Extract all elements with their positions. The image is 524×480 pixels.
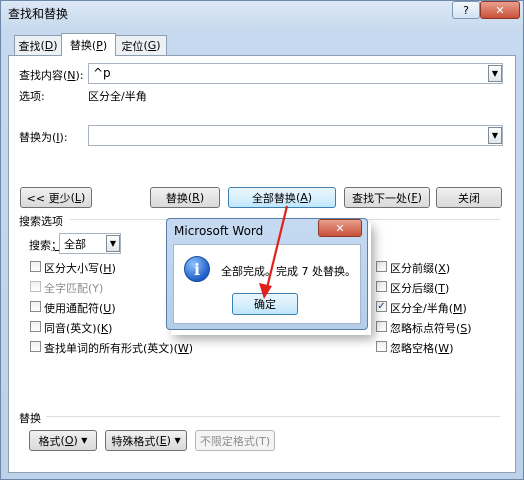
checkbox[interactable] [376, 321, 387, 332]
search-direction-arrow[interactable]: ▼ [106, 235, 120, 252]
checkbox[interactable] [30, 341, 41, 352]
less-button[interactable]: << 更少(L) [20, 187, 92, 208]
checkbox[interactable] [30, 261, 41, 272]
replace-section-divider [46, 416, 500, 417]
tab-goto[interactable]: 定位(G) [115, 35, 167, 55]
window-title: 查找和替换 [8, 7, 69, 21]
no-format-button[interactable]: 不限定格式(T) [195, 430, 275, 451]
message-box-close-button[interactable]: ✕ [318, 219, 362, 237]
replace-all-button[interactable]: 全部替换(A) [228, 187, 336, 208]
checkbox[interactable] [376, 281, 387, 292]
message-box-title: Microsoft Word [174, 224, 264, 238]
checkbox[interactable] [376, 341, 387, 352]
find-label: 查找内容(N): [19, 69, 84, 82]
find-dropdown-arrow[interactable]: ▼ [488, 65, 502, 82]
tab-replace[interactable]: 替换(P) [61, 33, 116, 56]
replace-label: 替换为(I): [19, 131, 68, 144]
search-options-header: 搜索选项 [19, 215, 63, 228]
info-icon: i [184, 256, 210, 282]
close-button[interactable]: 关闭 [436, 187, 502, 208]
help-button[interactable]: ? [452, 1, 480, 19]
search-label: 搜索； [29, 239, 62, 252]
options-value: 区分全/半角 [88, 90, 147, 103]
replace-button[interactable]: 替换(R) [150, 187, 220, 208]
format-button[interactable]: 格式(O) ▼ [29, 430, 97, 451]
find-input-value: ^p [93, 66, 111, 80]
checkbox[interactable] [30, 301, 41, 312]
dropdown-triangle-icon: ▼ [174, 436, 181, 445]
close-window-button[interactable]: ✕ [480, 1, 520, 19]
dropdown-triangle-icon: ▼ [81, 436, 88, 445]
replace-section-header: 替换 [19, 412, 41, 425]
checkbox[interactable] [30, 321, 41, 332]
special-format-button[interactable]: 特殊格式(E) ▼ [105, 430, 187, 451]
options-label: 选项: [19, 90, 45, 103]
message-text: 全部完成。完成 7 处替换。 [221, 265, 356, 278]
checkbox[interactable] [376, 261, 387, 272]
tab-find[interactable]: 查找(D) [14, 35, 62, 55]
checkbox[interactable] [30, 281, 41, 292]
replace-input[interactable] [88, 125, 503, 146]
checkbox-checked[interactable]: ✓ [376, 301, 387, 312]
replace-dropdown-arrow[interactable]: ▼ [488, 127, 502, 144]
find-input[interactable]: ^p [88, 63, 503, 84]
find-next-button[interactable]: 查找下一处(F) [344, 187, 430, 208]
ok-button[interactable]: 确定 [232, 293, 298, 315]
